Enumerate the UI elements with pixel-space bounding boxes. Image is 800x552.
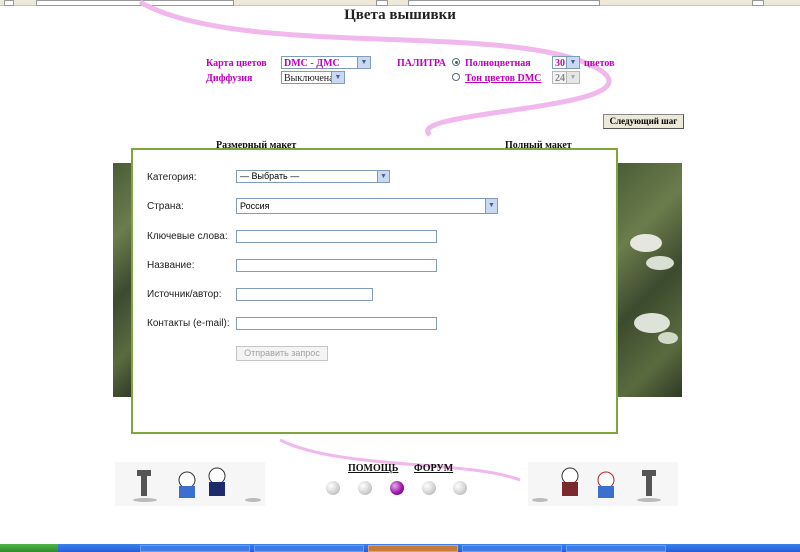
diffusion-select[interactable]: Выключена ▼ bbox=[281, 71, 345, 84]
color-count-select[interactable]: 30 ▼ bbox=[552, 56, 580, 69]
right-mascot-illustration bbox=[528, 462, 678, 506]
color-map-select[interactable]: DMC - ДМС ▼ bbox=[281, 56, 371, 69]
taskbar-item-active[interactable] bbox=[368, 545, 458, 552]
taskbar-item[interactable] bbox=[566, 545, 666, 552]
step-dot-3-active[interactable] bbox=[390, 481, 404, 495]
taskbar-item[interactable] bbox=[254, 545, 364, 552]
dmc-tone-radio[interactable] bbox=[452, 73, 460, 81]
diffusion-value: Выключена bbox=[284, 73, 334, 84]
contacts-input[interactable] bbox=[236, 317, 437, 330]
name-label: Название: bbox=[147, 260, 195, 271]
next-step-button[interactable]: Следующий шаг bbox=[603, 114, 684, 129]
keywords-input[interactable] bbox=[236, 230, 437, 243]
step-dot-2[interactable] bbox=[358, 481, 372, 495]
windows-taskbar bbox=[0, 544, 800, 552]
source-label: Источник/автор: bbox=[147, 289, 222, 300]
help-link[interactable]: ПОМОЩЬ bbox=[348, 463, 398, 474]
request-form-dialog: Категория: — Выбрать — ▼ Страна: Россия … bbox=[131, 148, 618, 434]
left-preview-image bbox=[113, 163, 133, 397]
palette-label: ПАЛИТРА bbox=[397, 58, 446, 69]
chevron-down-icon: ▼ bbox=[485, 199, 497, 213]
chevron-down-icon: ▼ bbox=[377, 171, 389, 182]
country-select[interactable]: Россия ▼ bbox=[236, 198, 498, 214]
color-count-value: 30 bbox=[555, 58, 565, 69]
flower-decoration bbox=[630, 234, 678, 344]
step-dot-5[interactable] bbox=[453, 481, 467, 495]
full-color-radio[interactable] bbox=[452, 58, 460, 66]
chevron-down-icon: ▼ bbox=[566, 57, 579, 68]
keywords-label: Ключевые слова: bbox=[147, 231, 228, 242]
color-map-value: DMC - ДМС bbox=[284, 58, 340, 69]
forum-link[interactable]: ФОРУМ bbox=[414, 463, 453, 474]
source-input[interactable] bbox=[236, 288, 373, 301]
country-value: Россия bbox=[240, 201, 270, 211]
start-button[interactable] bbox=[0, 544, 58, 552]
chevron-down-icon: ▼ bbox=[331, 72, 344, 83]
submit-request-button[interactable]: Отправить запрос bbox=[236, 346, 328, 361]
dmc-tone-value: 24 bbox=[555, 73, 565, 84]
color-unit-label: цветов bbox=[584, 58, 615, 69]
diffusion-label: Диффузия bbox=[206, 73, 253, 84]
step-dot-4[interactable] bbox=[422, 481, 436, 495]
dmc-tone-select[interactable]: 24 ▼ bbox=[552, 71, 580, 84]
contacts-label: Контакты (e-mail): bbox=[147, 318, 230, 329]
chevron-down-icon: ▼ bbox=[566, 72, 579, 83]
full-color-label: Полноцветная bbox=[465, 58, 531, 69]
chevron-down-icon: ▼ bbox=[357, 57, 370, 68]
taskbar-item[interactable] bbox=[462, 545, 562, 552]
name-input[interactable] bbox=[236, 259, 437, 272]
page-title: Цвета вышивки bbox=[344, 7, 456, 23]
taskbar-item[interactable] bbox=[140, 545, 250, 552]
country-label: Страна: bbox=[147, 201, 184, 212]
category-select[interactable]: — Выбрать — ▼ bbox=[236, 170, 390, 183]
right-preview-image bbox=[616, 163, 682, 397]
dmc-tone-label[interactable]: Тон цветов DMC bbox=[465, 73, 541, 84]
category-label: Категория: bbox=[147, 172, 197, 183]
left-mascot-illustration bbox=[115, 462, 265, 506]
color-map-label: Карта цветов bbox=[206, 58, 267, 69]
step-dot-1[interactable] bbox=[326, 481, 340, 495]
category-value: — Выбрать — bbox=[240, 171, 300, 181]
